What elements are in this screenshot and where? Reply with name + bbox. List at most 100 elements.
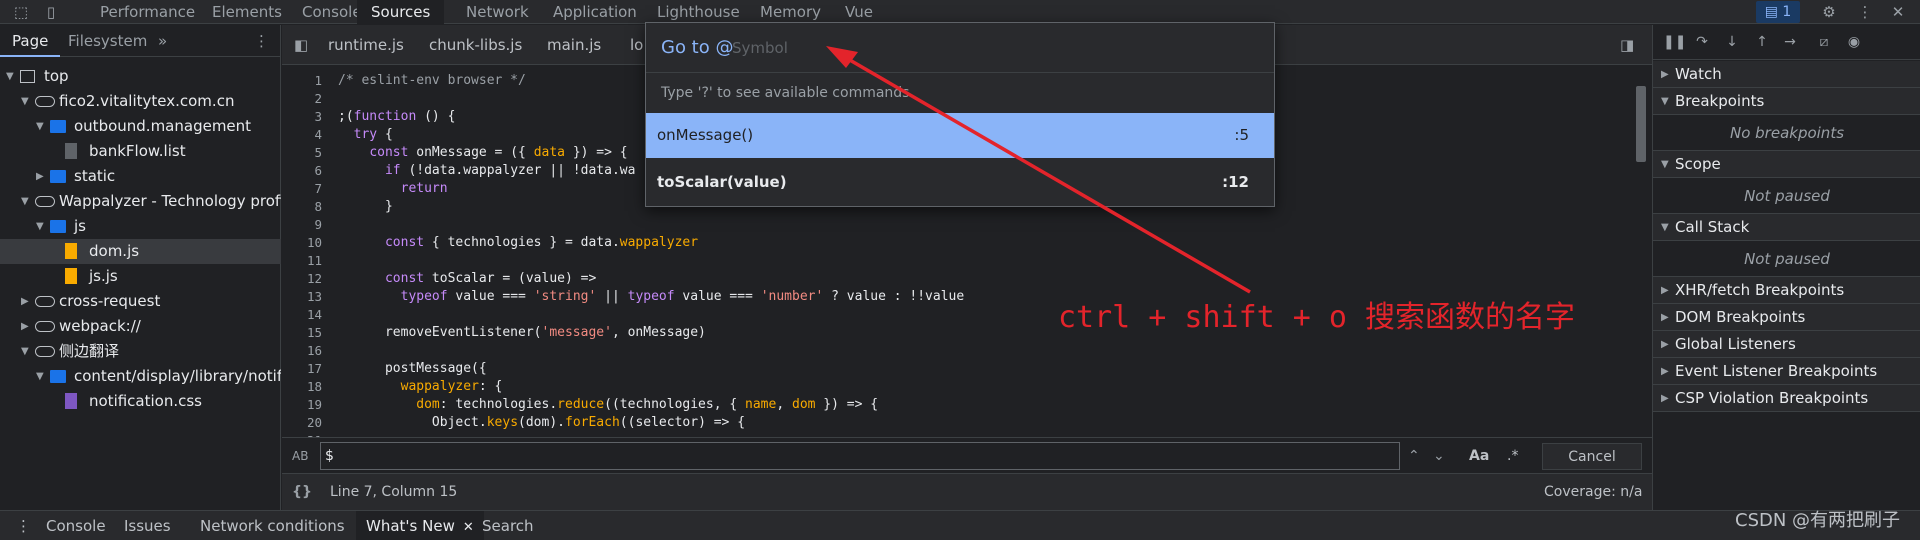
step-out-icon[interactable]: ↑ [1753, 33, 1771, 51]
collapsed-triangle-icon[interactable]: ▶ [21, 314, 29, 339]
tree-item[interactable]: ▶ cross-request [0, 289, 281, 314]
section-header[interactable]: ▼ Scope [1653, 151, 1920, 178]
vertical-scrollbar[interactable] [1634, 68, 1648, 430]
pause-on-exceptions-icon[interactable]: ◉ [1845, 33, 1863, 51]
collapsed-triangle-icon[interactable]: ▶ [36, 164, 44, 189]
expanded-triangle-icon[interactable]: ▼ [36, 364, 44, 389]
tree-item[interactable]: ▼ top [0, 64, 281, 89]
tab-performance[interactable]: Performance [100, 0, 195, 24]
regex-toggle[interactable]: .* [1507, 438, 1518, 475]
step-over-icon[interactable]: ↷ [1693, 33, 1711, 51]
expanded-triangle-icon[interactable]: ▼ [21, 339, 29, 364]
section-header[interactable]: ▼ Call Stack [1653, 214, 1920, 241]
expanded-triangle-icon[interactable]: ▼ [36, 114, 44, 139]
tab-console[interactable]: Console [302, 0, 362, 24]
expanded-triangle-icon[interactable]: ▼ [21, 89, 29, 114]
device-toolbar-icon[interactable]: ▯ [42, 3, 60, 21]
command-input[interactable]: Go to @ Symbol [646, 23, 1274, 73]
tab-filesystem[interactable]: Filesystem [68, 25, 147, 57]
tree-item[interactable]: ▶ webpack:// [0, 314, 281, 339]
scrollbar-thumb[interactable] [1636, 86, 1646, 162]
command-result[interactable]: onMessage():5 [646, 113, 1274, 158]
tree-item[interactable]: ▼ content/display/library/notifier [0, 364, 281, 389]
section-header[interactable]: ▶ CSP Violation Breakpoints [1653, 385, 1920, 412]
line-number[interactable]: 17 [307, 360, 322, 378]
toggle-debugger-icon[interactable]: ◨ [1620, 25, 1634, 65]
tree-item[interactable]: js.js [0, 264, 281, 289]
previous-match-icon[interactable]: ⌃ [1408, 438, 1420, 475]
line-number[interactable]: 18 [307, 378, 322, 396]
deactivate-breakpoints-icon[interactable]: ⧄ [1815, 33, 1833, 51]
tree-item[interactable]: notification.css [0, 389, 281, 414]
expanded-triangle-icon[interactable]: ▼ [36, 214, 44, 239]
file-tab[interactable]: main.js [547, 25, 601, 65]
more-options-icon[interactable]: ⋮ [1856, 3, 1874, 21]
gear-icon[interactable]: ⚙ [1820, 3, 1838, 21]
next-match-icon[interactable]: ⌄ [1433, 438, 1445, 475]
tab-lighthouse[interactable]: Lighthouse [657, 0, 740, 24]
file-tab[interactable]: chunk-libs.js [429, 25, 522, 65]
line-number[interactable]: 5 [314, 144, 322, 162]
tree-item[interactable]: dom.js [0, 239, 281, 264]
cancel-button[interactable]: Cancel [1542, 443, 1642, 470]
pause-icon[interactable]: ❚❚ [1663, 33, 1686, 51]
section-header[interactable]: ▶ DOM Breakpoints [1653, 304, 1920, 331]
search-input[interactable]: $ [320, 442, 1400, 470]
line-number[interactable]: 6 [314, 162, 322, 180]
line-number[interactable]: 19 [307, 396, 322, 414]
command-result[interactable]: toScalar(value):12 [646, 160, 1274, 205]
step-into-icon[interactable]: ↓ [1723, 33, 1741, 51]
line-number[interactable]: 13 [307, 288, 322, 306]
tab-application[interactable]: Application [553, 0, 637, 24]
pretty-print-button[interactable]: {} [292, 474, 312, 510]
step-icon[interactable]: → [1781, 33, 1799, 51]
toggle-navigator-icon[interactable]: ◧ [294, 25, 308, 65]
expanded-triangle-icon[interactable]: ▼ [6, 64, 14, 89]
line-number[interactable]: 2 [314, 90, 322, 108]
tree-item[interactable]: ▼ Wappalyzer - Technology profiler [0, 189, 281, 214]
line-number[interactable]: 15 [307, 324, 322, 342]
tab-memory[interactable]: Memory [760, 0, 821, 24]
section-header[interactable]: ▶ Global Listeners [1653, 331, 1920, 358]
more-tabs-icon[interactable]: » [158, 25, 167, 57]
tree-item[interactable]: ▼ fico2.vitalitytex.com.cn [0, 89, 281, 114]
tab-network[interactable]: Network [466, 0, 529, 24]
expanded-triangle-icon[interactable]: ▼ [21, 189, 29, 214]
tab-page[interactable]: Page [0, 25, 61, 57]
inspect-element-icon[interactable]: ⬚ [12, 3, 30, 21]
line-number[interactable]: 14 [307, 306, 322, 324]
tab-vue[interactable]: Vue [845, 0, 873, 24]
line-number[interactable]: 3 [314, 108, 322, 126]
drawer-tab[interactable]: Console [46, 511, 106, 540]
navigator-menu-icon[interactable]: ⋮ [254, 25, 269, 57]
drawer-tab[interactable]: Issues [124, 511, 171, 540]
section-header[interactable]: ▶ XHR/fetch Breakpoints [1653, 277, 1920, 304]
tab-sources[interactable]: Sources [357, 0, 445, 24]
section-header[interactable]: ▼ Breakpoints [1653, 88, 1920, 115]
issues-badge[interactable]: ▤ 1 [1756, 1, 1800, 23]
collapsed-triangle-icon[interactable]: ▶ [21, 289, 29, 314]
section-header[interactable]: ▶ Watch [1653, 61, 1920, 88]
tree-item[interactable]: bankFlow.list [0, 139, 281, 164]
file-tab[interactable]: lo [630, 25, 643, 65]
line-number[interactable]: 8 [314, 198, 322, 216]
replace-toggle-icon[interactable]: AB [292, 438, 308, 475]
drawer-tab[interactable]: Search [482, 511, 534, 540]
tree-item[interactable]: ▼ js [0, 214, 281, 239]
close-tab-icon[interactable]: ✕ [463, 520, 474, 535]
section-header[interactable]: ▶ Event Listener Breakpoints [1653, 358, 1920, 385]
line-number[interactable]: 10 [307, 234, 322, 252]
line-number[interactable]: 9 [314, 216, 322, 234]
match-case-toggle[interactable]: Aa [1469, 438, 1489, 475]
drawer-tab[interactable]: What's New ✕ [356, 511, 484, 540]
line-number[interactable]: 11 [307, 252, 322, 270]
tree-item[interactable]: ▼ outbound.management [0, 114, 281, 139]
line-number[interactable]: 16 [307, 342, 322, 360]
tab-elements[interactable]: Elements [212, 0, 282, 24]
file-tab[interactable]: runtime.js [328, 25, 404, 65]
drawer-tab[interactable]: Network conditions [200, 511, 345, 540]
line-number[interactable]: 20 [307, 414, 322, 432]
tree-item[interactable]: ▼ 侧边翻译 [0, 339, 281, 364]
drawer-menu-icon[interactable]: ⋮ [16, 511, 31, 540]
line-number[interactable]: 12 [307, 270, 322, 288]
